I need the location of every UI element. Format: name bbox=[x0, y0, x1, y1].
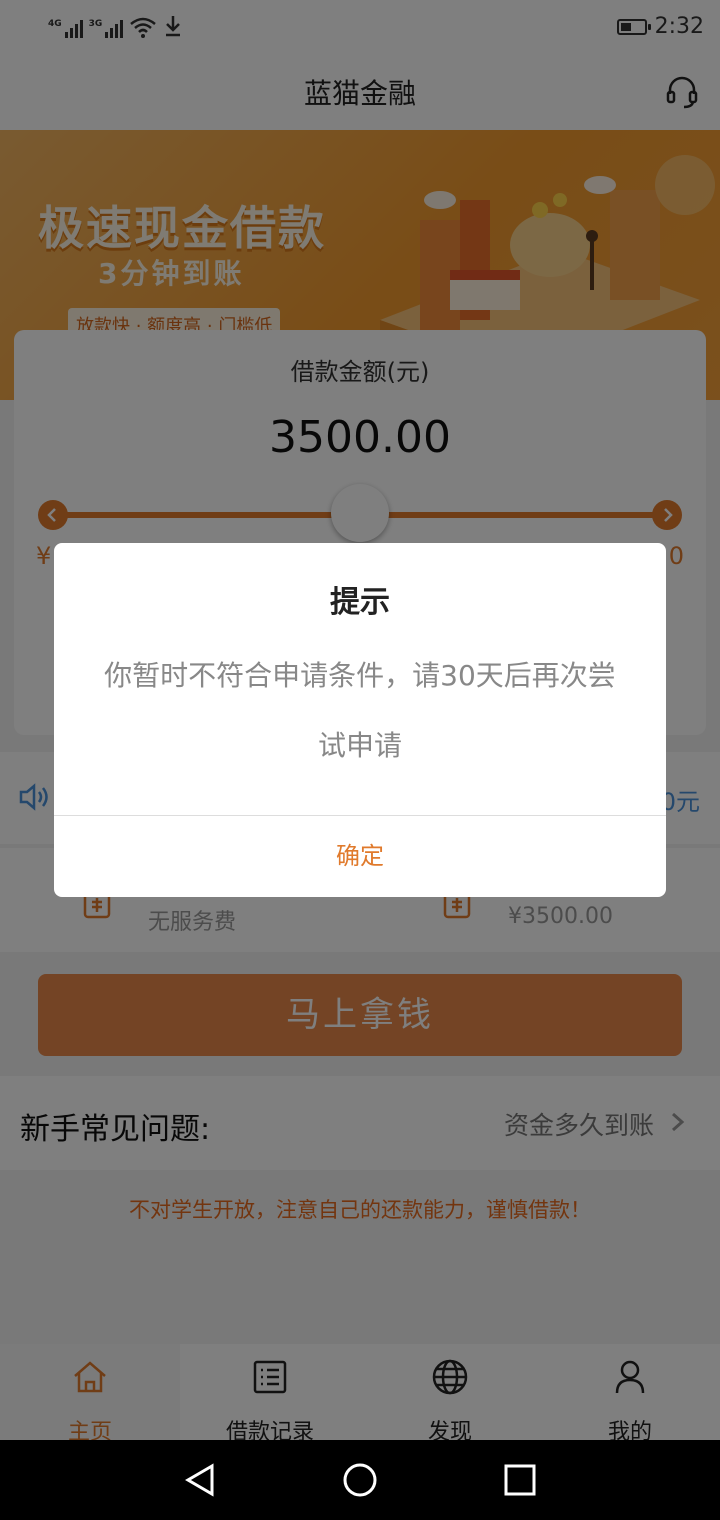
home-nav-icon[interactable] bbox=[340, 1460, 380, 1500]
back-icon[interactable] bbox=[180, 1460, 220, 1500]
confirm-button[interactable]: 确定 bbox=[54, 816, 666, 897]
alert-dialog: 提示 你暂时不符合申请条件，请30天后再次尝试申请 确定 bbox=[54, 543, 666, 897]
recents-icon[interactable] bbox=[500, 1460, 540, 1500]
system-nav-bar bbox=[0, 1440, 720, 1520]
dialog-title: 提示 bbox=[330, 585, 390, 620]
dialog-message: 你暂时不符合申请条件，请30天后再次尝试申请 bbox=[104, 659, 616, 762]
